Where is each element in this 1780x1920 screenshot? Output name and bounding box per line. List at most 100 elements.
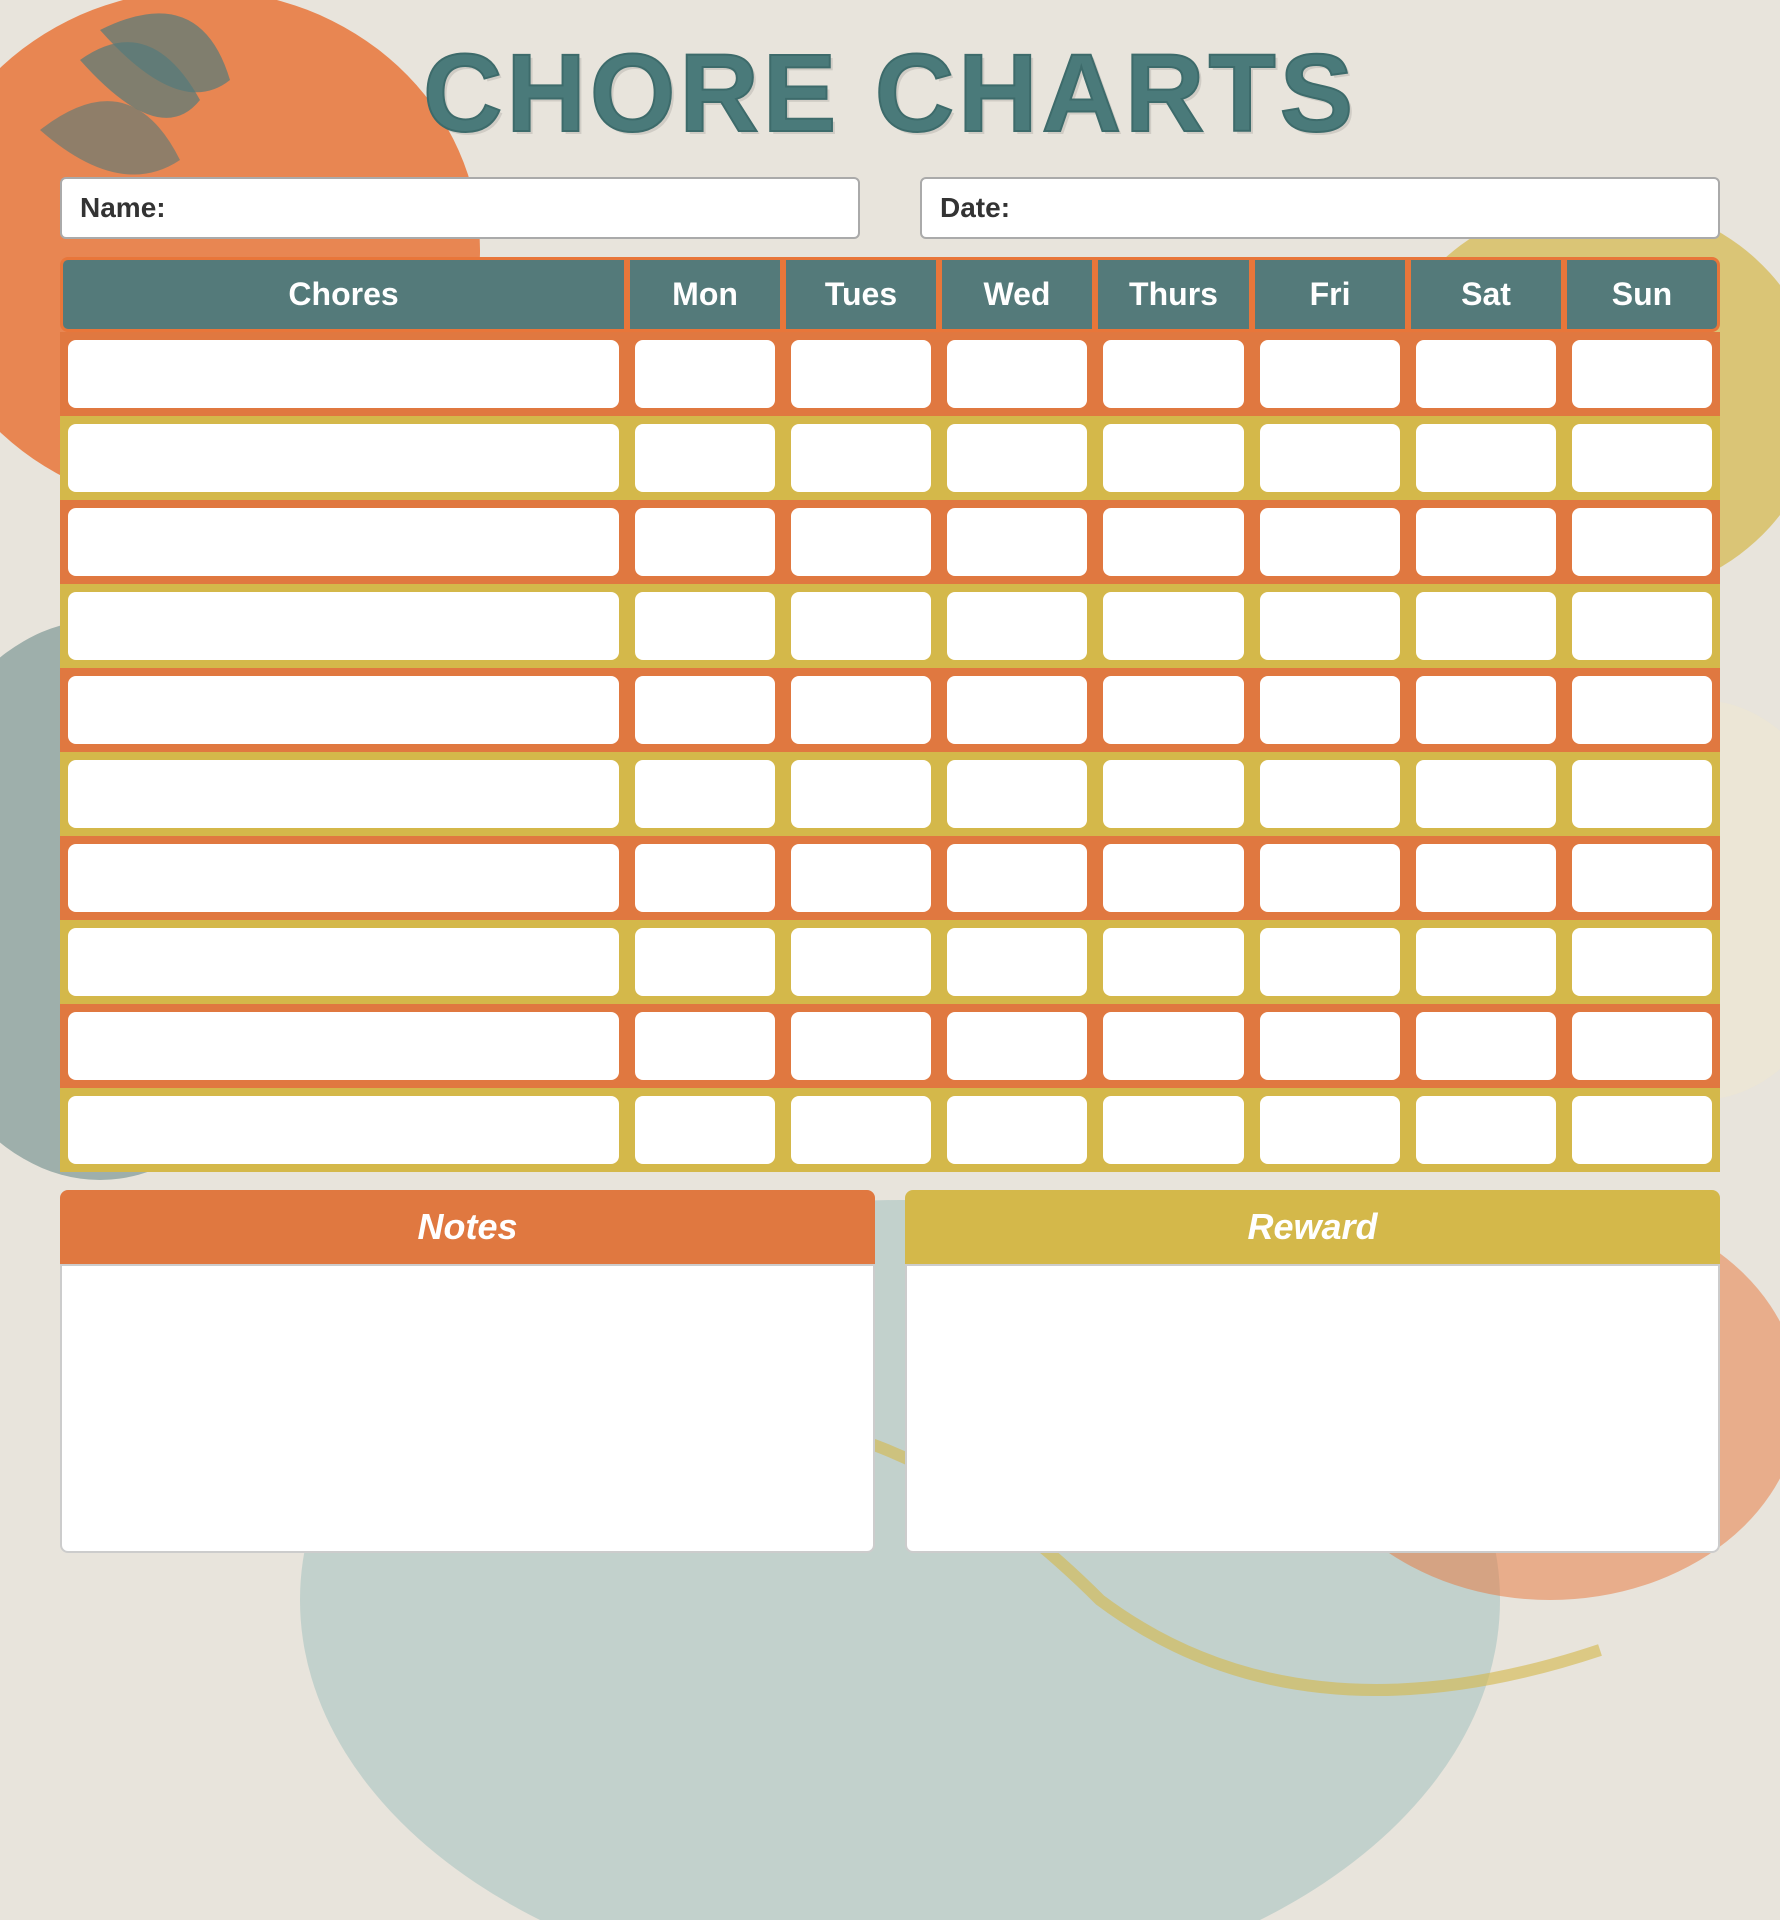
date-input[interactable]: [1020, 193, 1700, 224]
day-cell: [783, 584, 939, 668]
chore-input[interactable]: [68, 1012, 619, 1054]
day-cell: [1095, 584, 1252, 668]
header-tues: Tues: [783, 257, 939, 332]
day-cell: [1252, 920, 1408, 1004]
day-cell: [1564, 668, 1720, 752]
day-cell: [1252, 1004, 1408, 1088]
day-cell: [783, 836, 939, 920]
chore-cell: [60, 584, 627, 668]
day-cell: [1095, 500, 1252, 584]
day-cell: [1095, 920, 1252, 1004]
table-row: [60, 416, 1720, 500]
reward-section: Reward: [905, 1190, 1720, 1553]
day-cell: [1252, 1088, 1408, 1172]
date-field: Date:: [920, 177, 1720, 239]
chore-table: Chores Mon Tues Wed Thurs Fri Sat Sun: [60, 257, 1720, 1172]
day-cell: [1408, 416, 1564, 500]
day-cell: [939, 1088, 1095, 1172]
notes-header: Notes: [60, 1190, 875, 1264]
chore-cell: [60, 1088, 627, 1172]
day-cell: [939, 584, 1095, 668]
table-row: [60, 1088, 1720, 1172]
chore-input[interactable]: [68, 844, 619, 886]
day-cell: [939, 836, 1095, 920]
day-cell: [627, 584, 783, 668]
chore-cell: [60, 752, 627, 836]
day-cell: [1252, 332, 1408, 416]
name-field: Name:: [60, 177, 860, 239]
chore-input[interactable]: [68, 1096, 619, 1138]
day-cell: [627, 1088, 783, 1172]
day-cell: [783, 332, 939, 416]
day-cell: [1564, 752, 1720, 836]
name-label: Name:: [80, 192, 166, 224]
chore-input[interactable]: [68, 424, 619, 466]
date-label: Date:: [940, 192, 1010, 224]
day-cell: [1564, 1004, 1720, 1088]
chore-cell: [60, 920, 627, 1004]
chore-cell: [60, 416, 627, 500]
day-cell: [939, 752, 1095, 836]
table-row: [60, 668, 1720, 752]
day-cell: [1408, 668, 1564, 752]
day-cell: [939, 332, 1095, 416]
chore-input[interactable]: [68, 340, 619, 382]
day-cell: [627, 500, 783, 584]
day-cell: [1252, 500, 1408, 584]
chore-input[interactable]: [68, 760, 619, 802]
day-cell: [1095, 416, 1252, 500]
notes-input[interactable]: [72, 1276, 863, 1536]
day-cell: [1408, 332, 1564, 416]
header-thurs: Thurs: [1095, 257, 1252, 332]
table-header-row: Chores Mon Tues Wed Thurs Fri Sat Sun: [60, 257, 1720, 332]
day-cell: [1408, 920, 1564, 1004]
day-cell: [783, 1004, 939, 1088]
day-cell: [939, 1004, 1095, 1088]
day-cell: [939, 920, 1095, 1004]
day-cell: [1408, 752, 1564, 836]
header-fri: Fri: [1252, 257, 1408, 332]
day-cell: [1252, 836, 1408, 920]
day-cell: [1252, 416, 1408, 500]
notes-body: [60, 1264, 875, 1553]
day-cell: [1564, 1088, 1720, 1172]
day-cell: [1564, 836, 1720, 920]
day-cell: [939, 500, 1095, 584]
header-sun: Sun: [1564, 257, 1720, 332]
table-row: [60, 584, 1720, 668]
day-cell: [1408, 500, 1564, 584]
day-cell: [1095, 668, 1252, 752]
day-cell: [1564, 500, 1720, 584]
chore-cell: [60, 836, 627, 920]
table-row: [60, 836, 1720, 920]
day-cell: [783, 500, 939, 584]
table-row: [60, 332, 1720, 416]
chore-input[interactable]: [68, 676, 619, 718]
day-cell: [939, 668, 1095, 752]
chore-cell: [60, 668, 627, 752]
day-cell: [1095, 1088, 1252, 1172]
reward-header: Reward: [905, 1190, 1720, 1264]
chore-input[interactable]: [68, 928, 619, 970]
day-cell: [939, 416, 1095, 500]
table-row: [60, 752, 1720, 836]
header-sat: Sat: [1408, 257, 1564, 332]
table-row: [60, 500, 1720, 584]
day-cell: [1408, 1004, 1564, 1088]
day-cell: [1095, 332, 1252, 416]
chore-cell: [60, 500, 627, 584]
day-cell: [1252, 668, 1408, 752]
chore-cell: [60, 1004, 627, 1088]
day-cell: [627, 752, 783, 836]
chore-input[interactable]: [68, 508, 619, 550]
page-title: CHORE CHARTS: [60, 30, 1720, 157]
name-input[interactable]: [176, 193, 840, 224]
day-cell: [627, 836, 783, 920]
reward-input[interactable]: [917, 1276, 1708, 1536]
table-row: [60, 920, 1720, 1004]
day-cell: [1095, 836, 1252, 920]
day-cell: [1252, 752, 1408, 836]
day-cell: [1095, 1004, 1252, 1088]
day-cell: [783, 752, 939, 836]
chore-input[interactable]: [68, 592, 619, 634]
